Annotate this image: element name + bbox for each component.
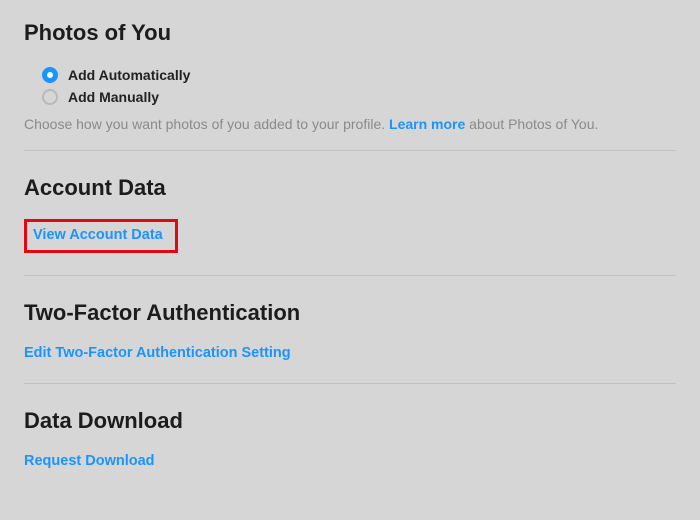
divider	[24, 275, 676, 276]
highlight-box: View Account Data	[24, 219, 178, 253]
photos-section: Photos of You Add Automatically Add Manu…	[24, 20, 676, 132]
two-factor-title: Two-Factor Authentication	[24, 300, 676, 326]
photos-help-prefix: Choose how you want photos of you added …	[24, 116, 389, 132]
radio-add-automatically[interactable]: Add Automatically	[42, 64, 676, 86]
divider	[24, 383, 676, 384]
learn-more-link[interactable]: Learn more	[389, 116, 465, 132]
radio-add-automatically-label: Add Automatically	[68, 67, 190, 83]
two-factor-section: Two-Factor Authentication Edit Two-Facto…	[24, 300, 676, 362]
radio-empty-icon	[42, 89, 58, 105]
account-data-section: Account Data View Account Data	[24, 175, 676, 271]
radio-add-manually-label: Add Manually	[68, 89, 159, 105]
data-download-section: Data Download Request Download	[24, 408, 676, 470]
photos-title: Photos of You	[24, 20, 676, 46]
account-data-title: Account Data	[24, 175, 676, 201]
radio-selected-icon	[42, 67, 58, 83]
divider	[24, 150, 676, 151]
radio-add-manually[interactable]: Add Manually	[42, 86, 676, 108]
edit-two-factor-link[interactable]: Edit Two-Factor Authentication Setting	[24, 345, 291, 362]
photos-help-text: Choose how you want photos of you added …	[24, 116, 676, 132]
request-download-link[interactable]: Request Download	[24, 453, 155, 470]
photos-radio-group: Add Automatically Add Manually	[42, 64, 676, 108]
view-account-data-link[interactable]: View Account Data	[33, 227, 163, 244]
photos-help-suffix: about Photos of You.	[465, 116, 598, 132]
data-download-title: Data Download	[24, 408, 676, 434]
